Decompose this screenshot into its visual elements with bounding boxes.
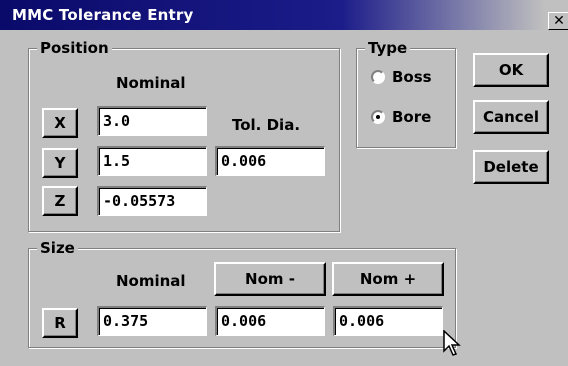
y-nominal-field[interactable]: 1.5: [97, 146, 207, 176]
close-icon: ✕: [553, 13, 565, 29]
position-nominal-header: Nominal: [116, 74, 186, 92]
delete-button-label: Delete: [483, 158, 539, 176]
r-button[interactable]: R: [42, 308, 78, 338]
x-button[interactable]: X: [42, 108, 78, 138]
nom-plus-button[interactable]: Nom +: [332, 262, 444, 296]
cancel-button-label: Cancel: [482, 108, 539, 126]
nom-plus-field[interactable]: 0.006: [333, 306, 443, 336]
size-nominal-field[interactable]: 0.375: [97, 306, 207, 336]
tol-dia-header: Tol. Dia.: [232, 116, 301, 134]
delete-button[interactable]: Delete: [473, 150, 549, 184]
boss-label[interactable]: Boss: [392, 68, 432, 86]
r-button-label: R: [54, 314, 66, 332]
y-button[interactable]: Y: [42, 148, 78, 178]
size-legend: Size: [37, 239, 78, 257]
window-title: MMC Tolerance Entry: [12, 6, 194, 24]
type-group: Type: [356, 39, 456, 148]
z-nominal-field[interactable]: -0.05573: [97, 186, 207, 216]
type-legend: Type: [365, 39, 411, 57]
mouse-pointer-icon: [443, 330, 461, 356]
z-button[interactable]: Z: [42, 186, 78, 216]
cancel-button[interactable]: Cancel: [473, 100, 549, 134]
position-legend: Position: [37, 39, 112, 57]
z-button-label: Z: [54, 192, 66, 210]
ok-button[interactable]: OK: [473, 53, 549, 87]
nom-minus-button[interactable]: Nom -: [214, 262, 326, 296]
mmc-tolerance-dialog: MMC Tolerance Entry ✕ Position Nominal T…: [0, 0, 568, 366]
size-nominal-header: Nominal: [116, 272, 186, 290]
title-bar[interactable]: MMC Tolerance Entry ✕: [0, 0, 568, 30]
bore-label[interactable]: Bore: [392, 108, 431, 126]
x-nominal-field[interactable]: 3.0: [97, 106, 207, 136]
nom-plus-button-label: Nom +: [359, 270, 417, 288]
nom-minus-field[interactable]: 0.006: [215, 306, 325, 336]
boss-radio[interactable]: [371, 70, 385, 84]
y-button-label: Y: [54, 154, 66, 172]
bore-radio[interactable]: [371, 110, 385, 124]
tol-dia-field[interactable]: 0.006: [215, 146, 325, 176]
close-button[interactable]: ✕: [548, 12, 568, 30]
ok-button-label: OK: [498, 61, 524, 79]
x-button-label: X: [54, 114, 66, 132]
nom-minus-button-label: Nom -: [245, 270, 295, 288]
